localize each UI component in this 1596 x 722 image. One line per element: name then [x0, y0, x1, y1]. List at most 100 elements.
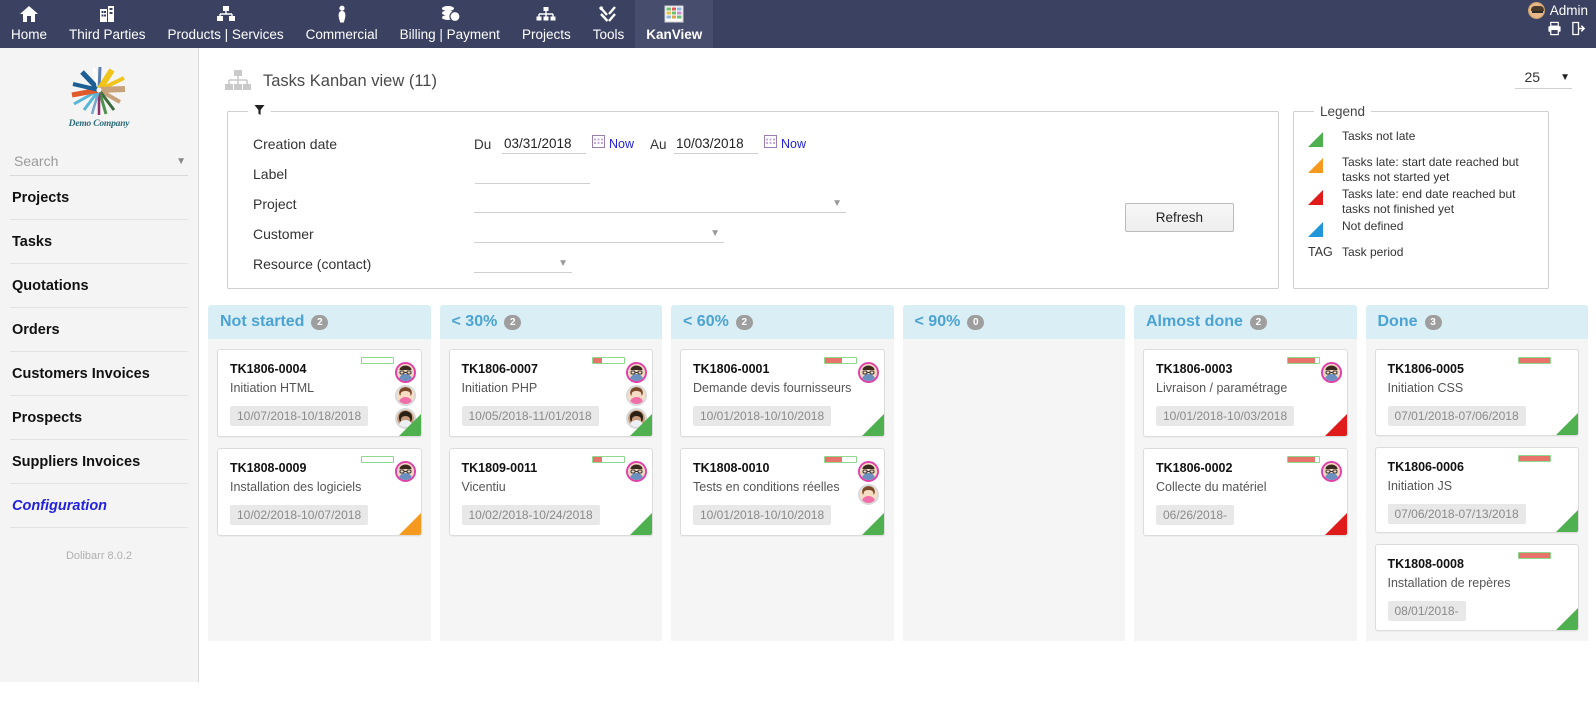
task-reference: TK1808-0008 [1388, 557, 1567, 571]
calendar-icon[interactable] [592, 135, 605, 153]
sidebar-item-prospects[interactable]: Prospects [10, 396, 188, 440]
du-label: Du [474, 137, 502, 152]
legend-row-text: Tasks late: start date reached but tasks… [1342, 155, 1534, 184]
now-to-link[interactable]: Now [781, 137, 806, 151]
task-period-tag: 10/05/2018-11/01/2018 [462, 406, 599, 426]
task-card[interactable]: TK1806-0001Demande devis fournisseurs10/… [680, 349, 885, 437]
date-from-input[interactable] [502, 135, 586, 154]
top-nav-item-products-services[interactable]: Products | Services [157, 0, 295, 48]
top-nav-item-billing-payment[interactable]: Billing | Payment [389, 0, 511, 48]
avatar[interactable] [1321, 362, 1342, 383]
sidebar-item-suppliers-invoices[interactable]: Suppliers Invoices [10, 440, 188, 484]
task-card[interactable]: TK1806-0007Initiation PHP10/05/2018-11/0… [449, 349, 654, 437]
legend-rows: Tasks not lateTasks late: start date rea… [1308, 129, 1534, 260]
filter-row-label: Label [242, 159, 1264, 189]
avatar[interactable] [858, 484, 879, 505]
sidebar-item-quotations[interactable]: Quotations [10, 264, 188, 308]
progress-bar [1518, 455, 1551, 462]
sidebar-item-customers-invoices[interactable]: Customers Invoices [10, 352, 188, 396]
top-nav-item-label: Third Parties [69, 26, 146, 44]
filter-panel: Creation date Du Now Au Now Label Pro [227, 104, 1279, 289]
app-version-label: Dolibarr 8.0.2 [0, 550, 198, 562]
kanban-column: Done3TK1806-0005Initiation CSS07/01/2018… [1366, 305, 1589, 641]
avatar[interactable] [626, 385, 647, 406]
sidebar-item-configuration[interactable]: Configuration [10, 484, 188, 528]
sidebar-item-tasks[interactable]: Tasks [10, 220, 188, 264]
top-nav-item-home[interactable]: Home [0, 0, 58, 48]
sidebar-item-projects[interactable]: Projects [10, 176, 188, 220]
task-status-corner-icon [1556, 510, 1578, 532]
top-nav-item-tools[interactable]: Tools [582, 0, 636, 48]
top-nav-item-projects[interactable]: Projects [511, 0, 582, 48]
task-card[interactable]: TK1806-0003Livraison / paramétrage10/01/… [1143, 349, 1348, 437]
task-card[interactable]: TK1808-0008Installation de repères08/01/… [1375, 544, 1580, 631]
kanban-column-count: 2 [504, 315, 521, 330]
top-nav-item-label: Billing | Payment [400, 26, 500, 44]
sidebar-nav: ProjectsTasksQuotationsOrdersCustomers I… [0, 176, 198, 528]
legend-row-text: Tasks late: end date reached but tasks n… [1342, 187, 1534, 216]
task-card[interactable]: TK1808-0009Installation des logiciels10/… [217, 448, 422, 536]
task-label: Vicentiu [462, 479, 641, 495]
org-chart-icon [536, 3, 556, 25]
logout-icon[interactable] [1571, 21, 1586, 41]
avatar[interactable] [395, 461, 416, 482]
avatar[interactable] [395, 385, 416, 406]
date-to-input[interactable] [674, 135, 758, 154]
calendar-icon[interactable] [764, 135, 777, 153]
chevron-down-icon[interactable]: ▼ [176, 156, 186, 167]
avatar[interactable] [858, 362, 879, 383]
top-nav-item-commercial[interactable]: Commercial [295, 0, 389, 48]
legend-panel: Legend Tasks not lateTasks late: start d… [1293, 104, 1549, 289]
assignee-avatars [626, 461, 648, 484]
task-label: Tests en conditions réelles [693, 479, 872, 495]
avatar[interactable] [395, 362, 416, 383]
task-card[interactable]: TK1806-0005Initiation CSS07/01/2018-07/0… [1375, 349, 1580, 436]
boxes-icon [216, 3, 236, 25]
task-status-corner-icon [1556, 608, 1578, 630]
avatar[interactable] [1321, 461, 1342, 482]
page-size-selector[interactable]: 25 ▼ [1515, 68, 1572, 89]
task-card[interactable]: TK1808-0010Tests en conditions réelles10… [680, 448, 885, 536]
avatar[interactable] [626, 461, 647, 482]
sidebar-item-orders[interactable]: Orders [10, 308, 188, 352]
assignee-avatars [858, 362, 880, 385]
resource-select[interactable]: ▼ [474, 256, 572, 273]
printer-icon[interactable] [1547, 21, 1562, 41]
chevron-down-icon[interactable]: ▼ [1560, 72, 1570, 83]
top-nav-item-label: Projects [522, 26, 571, 44]
project-select[interactable]: ▼ [474, 196, 846, 213]
avatar[interactable] [858, 461, 879, 482]
top-nav-items: Home Third Parties Products | Services Comm… [0, 0, 713, 48]
task-period-tag: 08/01/2018- [1388, 601, 1466, 621]
label-input[interactable] [475, 164, 590, 184]
task-card[interactable]: TK1809-0011Vicentiu10/02/2018-10/24/2018 [449, 448, 654, 536]
left-sidebar: Demo Company ▼ ProjectsTasksQuotationsOr… [0, 48, 199, 682]
sidebar-search[interactable]: ▼ [10, 149, 188, 176]
top-nav-item-label: Products | Services [168, 26, 284, 44]
task-reference: TK1806-0003 [1156, 362, 1335, 376]
customer-field-label: Customer [242, 226, 474, 242]
kanban-column-body [903, 339, 1126, 641]
project-field-label: Project [242, 196, 474, 212]
company-name-label: Demo Company [69, 119, 130, 129]
chevron-down-icon: ▼ [558, 258, 568, 269]
task-period-tag: 10/02/2018-10/24/2018 [462, 505, 600, 525]
task-status-corner-icon [1325, 414, 1347, 436]
kanban-icon [664, 3, 684, 25]
avatar[interactable] [626, 362, 647, 383]
top-nav-item-kanview[interactable]: KanView [635, 0, 713, 48]
now-from-link[interactable]: Now [609, 137, 634, 151]
funnel-icon [248, 104, 271, 119]
user-menu[interactable]: Admin [1528, 2, 1588, 19]
refresh-button[interactable]: Refresh [1125, 203, 1234, 232]
legend-row: TAGTask period [1308, 245, 1534, 260]
task-card[interactable]: TK1806-0004Initiation HTML10/07/2018-10/… [217, 349, 422, 437]
search-input[interactable] [12, 152, 152, 170]
task-period-tag: 10/01/2018-10/10/2018 [693, 406, 831, 426]
task-label: Installation des logiciels [230, 479, 409, 495]
task-card[interactable]: TK1806-0006Initiation JS07/06/2018-07/13… [1375, 447, 1580, 534]
kanban-column-header: < 30%2 [440, 305, 663, 339]
customer-select[interactable]: ▼ [474, 226, 724, 243]
task-card[interactable]: TK1806-0002Collecte du matériel06/26/201… [1143, 448, 1348, 536]
top-nav-item-third-parties[interactable]: Third Parties [58, 0, 157, 48]
